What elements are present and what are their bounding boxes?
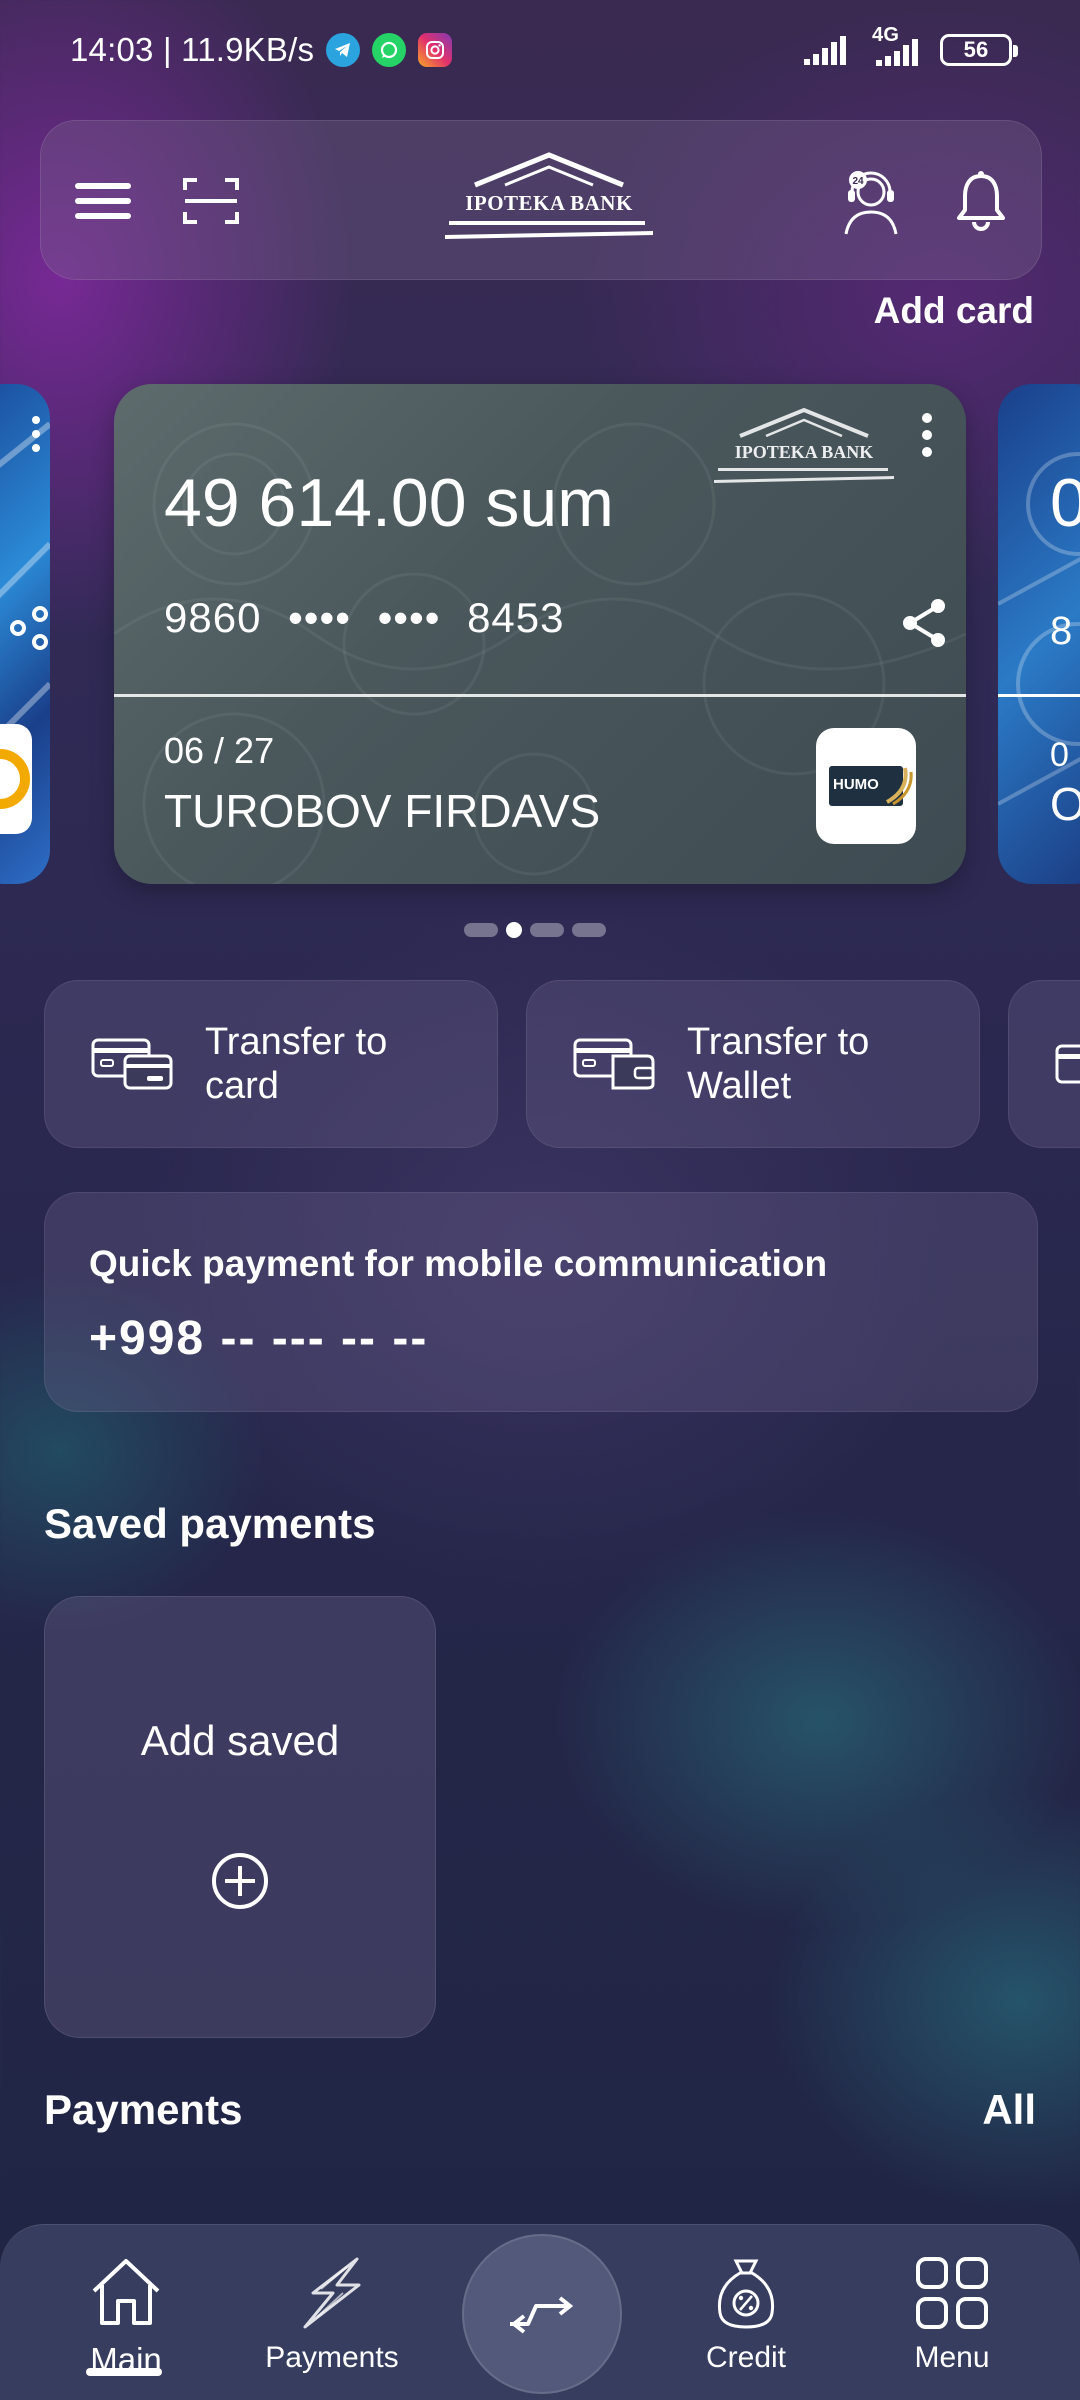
status-bar: 14:03 | 11.9KB/s 4G 56 bbox=[0, 0, 1080, 100]
add-saved-payment-button[interactable]: Add saved bbox=[44, 1596, 436, 2038]
bank-logo: IPOTEKA BANK bbox=[445, 151, 653, 251]
card-bank-logo: IPOTEKA BANK bbox=[714, 406, 894, 496]
card-icon-partial bbox=[1055, 1044, 1080, 1084]
card-balance: 49 614.00 sum bbox=[164, 465, 614, 541]
phone-number-input[interactable]: +998 -- --- -- -- bbox=[89, 1311, 428, 1366]
battery-level: 56 bbox=[963, 37, 989, 62]
bell-icon bbox=[957, 171, 1005, 231]
nav-credit-label: Credit bbox=[705, 2341, 787, 2374]
saved-payments-title: Saved payments bbox=[44, 1500, 376, 1547]
action-label-line1: Transfer to bbox=[687, 1021, 870, 1063]
nav-payments[interactable]: Payments bbox=[242, 2245, 422, 2395]
quick-payment-card[interactable]: Quick payment for mobile communication +… bbox=[44, 1192, 1038, 1412]
share-icon bbox=[903, 599, 945, 647]
carousel-dot-active bbox=[506, 922, 522, 938]
money-bag-percent-icon bbox=[717, 2259, 775, 2329]
notifications-button[interactable] bbox=[941, 161, 1021, 241]
battery-icon: 56 bbox=[940, 34, 1018, 66]
top-header: IPOTEKA BANK 24 bbox=[40, 120, 1042, 280]
carousel-dot bbox=[464, 923, 498, 937]
support-24-icon: 24 bbox=[844, 171, 898, 235]
humo-badge: HUMO bbox=[829, 766, 913, 806]
support-button[interactable]: 24 bbox=[831, 161, 911, 241]
status-time-speed: 14:03 | 11.9KB/s bbox=[70, 31, 315, 68]
payments-all-link[interactable]: All bbox=[982, 2086, 1036, 2134]
status-left: 14:03 | 11.9KB/s bbox=[70, 31, 453, 69]
transfer-to-card-label: Transfer to card bbox=[205, 1020, 387, 1108]
bank-logo-text: IPOTEKA BANK bbox=[465, 191, 633, 215]
add-saved-label: Add saved bbox=[140, 1717, 340, 1764]
bank-card[interactable]: IPOTEKA BANK 49 614.00 sum 9860 •••• •••… bbox=[114, 384, 966, 884]
more-actions-button[interactable] bbox=[1008, 980, 1080, 1148]
humo-logo: HUMO bbox=[816, 728, 916, 844]
signal-4g-icon: 4G bbox=[866, 24, 926, 70]
active-tab-indicator bbox=[86, 2368, 162, 2376]
lightning-icon bbox=[303, 2257, 361, 2329]
card-number: 9860 •••• •••• 8453 bbox=[164, 594, 565, 641]
card-logo-text: IPOTEKA BANK bbox=[734, 442, 874, 462]
carousel-indicator bbox=[464, 922, 606, 938]
signal-icon bbox=[804, 36, 846, 65]
svg-text:O: O bbox=[1050, 778, 1080, 830]
humo-text: HUMO bbox=[833, 776, 879, 793]
card-wallet-icon bbox=[573, 1038, 655, 1090]
transfer-to-card-button[interactable]: Transfer to card bbox=[44, 980, 498, 1148]
action-label-line2: card bbox=[205, 1065, 279, 1107]
hamburger-icon bbox=[75, 183, 131, 219]
svg-text:0: 0 bbox=[1050, 736, 1069, 774]
carousel-dot bbox=[572, 923, 606, 937]
card-next[interactable]: 0 8 0 O bbox=[998, 384, 1080, 884]
cards-transfer-icon bbox=[91, 1038, 173, 1090]
action-label-line1: Transfer to bbox=[205, 1021, 388, 1063]
card-expiry: 06 / 27 bbox=[164, 730, 275, 771]
plus-circle-icon bbox=[212, 1853, 268, 1909]
carousel-dot bbox=[530, 923, 564, 937]
svg-text:24: 24 bbox=[852, 176, 864, 187]
status-right: 4G 56 bbox=[802, 24, 1018, 70]
svg-text:8: 8 bbox=[1050, 609, 1072, 653]
card-holder-name: TUROBOV FIRDAVS bbox=[164, 785, 601, 837]
card-divider bbox=[114, 694, 966, 697]
card-share-button[interactable] bbox=[900, 596, 950, 650]
whatsapp-icon bbox=[372, 33, 407, 67]
transfer-to-wallet-button[interactable]: Transfer to Wallet bbox=[526, 980, 980, 1148]
grid-menu-icon bbox=[916, 2257, 988, 2329]
scan-icon bbox=[183, 178, 239, 224]
action-label-line2: Wallet bbox=[687, 1065, 792, 1107]
nav-payments-label: Payments bbox=[265, 2341, 399, 2374]
card-options-button[interactable] bbox=[912, 410, 942, 460]
payments-title: Payments bbox=[44, 2086, 243, 2133]
quick-payment-title: Quick payment for mobile communication bbox=[89, 1243, 828, 1284]
telegram-icon bbox=[326, 33, 361, 67]
card-previous[interactable] bbox=[0, 384, 50, 884]
transfer-fab-button[interactable] bbox=[462, 2234, 622, 2394]
transfer-to-wallet-label: Transfer to Wallet bbox=[687, 1020, 869, 1108]
menu-button[interactable] bbox=[63, 161, 143, 241]
swap-arrows-icon bbox=[510, 2296, 574, 2334]
nav-menu-label: Menu bbox=[914, 2341, 990, 2374]
svg-text:0: 0 bbox=[1050, 465, 1080, 541]
scan-button[interactable] bbox=[171, 161, 251, 241]
home-icon bbox=[92, 2259, 160, 2325]
nav-credit[interactable]: Credit bbox=[656, 2245, 836, 2395]
more-vertical-icon bbox=[922, 413, 932, 457]
instagram-icon bbox=[418, 33, 453, 67]
add-card-link[interactable]: Add card bbox=[874, 290, 1034, 332]
nav-menu[interactable]: Menu bbox=[862, 2245, 1042, 2395]
